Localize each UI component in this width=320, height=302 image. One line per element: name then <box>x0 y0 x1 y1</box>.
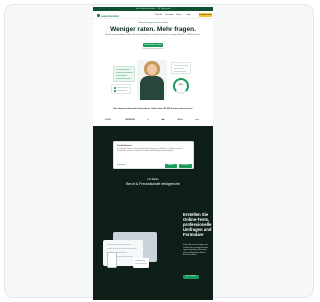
brand-logo[interactable]: questionstar <box>97 14 119 18</box>
cookie-decline-button[interactable]: Ablehnen <box>165 164 177 168</box>
stats-card-graphic <box>171 62 191 74</box>
person-face <box>147 64 157 75</box>
cookie-consent-dialog: Cookie-Hinweis Wir verwenden Cookies, um… <box>113 141 194 169</box>
person-photo <box>140 76 164 100</box>
nav-link-login[interactable]: Login <box>186 14 191 16</box>
nav-link-solutions[interactable]: Lösungen <box>165 14 174 16</box>
cookie-title: Cookie-Hinweis <box>117 145 132 147</box>
mockup-phone <box>107 252 117 268</box>
nav-link-pricing[interactable]: Preise <box>176 14 182 16</box>
hero-section: Online-Umfragen einfach erstellen Wenige… <box>93 19 213 119</box>
hero-subtitle: Mit der Umfragesoftware erstellen Sie On… <box>105 34 201 36</box>
gauge-value: 83% <box>178 84 184 86</box>
checklist-card-graphic <box>111 84 131 94</box>
hero-title: Weniger raten. Mehr fragen. <box>110 26 196 33</box>
hero-illustration: 83% <box>111 52 195 112</box>
nav-link-product[interactable]: Produkt <box>155 14 162 16</box>
logo-mark-icon <box>97 14 100 18</box>
customer-logo: LOGO <box>104 118 112 121</box>
gauge-chart-icon: 83% <box>173 78 189 94</box>
trust-heading: Das Vertrauen führender Unternehmen: Sch… <box>113 108 193 110</box>
survey-card-graphic <box>113 66 135 82</box>
mockup-card <box>133 258 149 268</box>
customer-logo: SIEMENS <box>125 118 135 121</box>
website-screenshot: Jetzt kostenlos testen — 14 Tage gratis … <box>93 7 213 300</box>
feature-title: Beruf & Freundschaft erfolgreiche <box>126 182 180 186</box>
hero-cta-button[interactable]: Jetzt kostenlos starten <box>143 43 163 47</box>
top-navigation: questionstar Produkt Lösungen Preise Log… <box>93 11 213 19</box>
cookie-settings-link[interactable]: Einstellungen <box>117 165 125 166</box>
customer-logo: ▲▲ <box>194 118 200 121</box>
cookie-text: Wir verwenden Cookies, um Ihnen die best… <box>117 149 183 152</box>
customer-logos: LOGO SIEMENS ● ■■ ALDI ▲▲ <box>99 115 207 125</box>
hero-note: Keine Kreditkarte erforderlich <box>142 48 164 50</box>
customer-logo: ● <box>147 118 149 121</box>
customer-logo: ALDI <box>177 118 183 121</box>
feature-heading: Erstellen Sie Online-Tests, professionel… <box>183 212 212 237</box>
feature-description: Nutzen Sie unsere Vorlagen oder erstelle… <box>183 244 208 256</box>
hero-eyebrow: Online-Umfragen einfach erstellen <box>137 22 169 24</box>
brand-name: questionstar <box>101 13 120 18</box>
feature-cta-button[interactable]: Mehr erfahren <box>183 275 199 279</box>
customer-logo: ■■ <box>161 118 165 121</box>
nav-cta-button[interactable]: Kostenlos testen <box>199 13 212 17</box>
product-mockup <box>99 222 161 278</box>
cookie-accept-button[interactable]: Akzeptieren <box>179 164 192 168</box>
feature-eyebrow: Für Marke <box>147 178 159 181</box>
